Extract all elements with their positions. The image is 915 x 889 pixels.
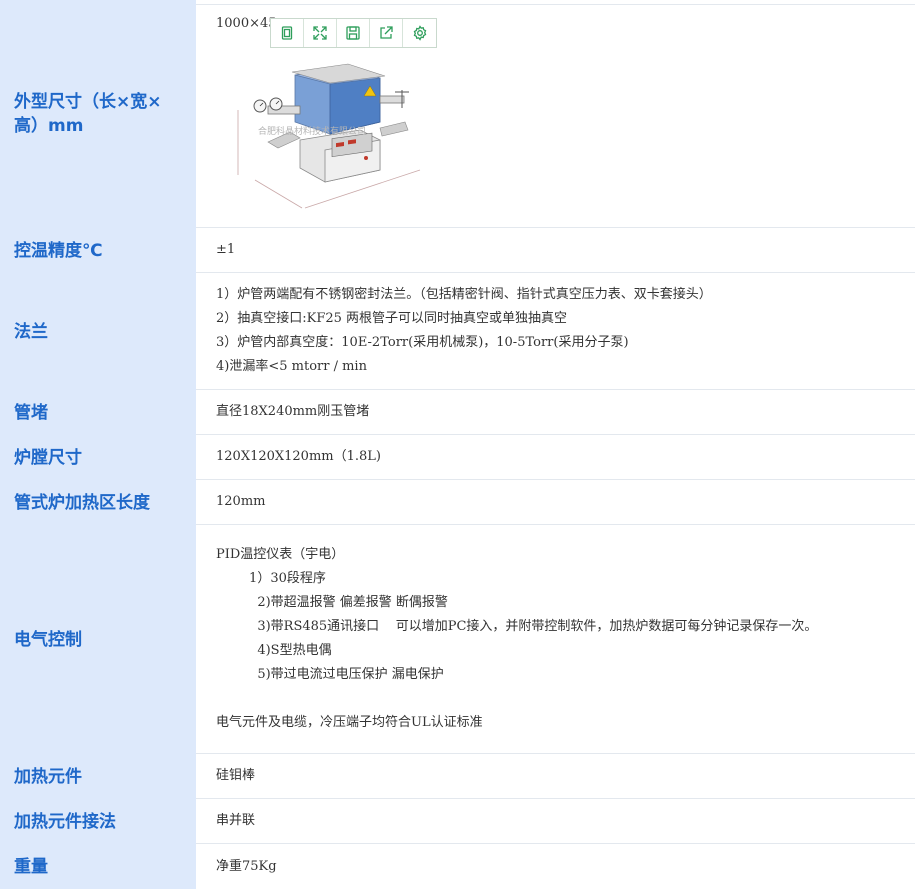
row-value: 直径18X240mm刚玉管堵: [196, 390, 915, 435]
dimensions-value: 1000×45: [216, 16, 277, 31]
table-row-weight: 重量 净重75Kg: [0, 844, 915, 889]
row-value-line: 5)带过电流过电压保护 漏电保护: [216, 667, 444, 682]
row-label-line: 高）mm: [14, 116, 84, 136]
row-value-line: 1）炉管两端配有不锈钢密封法兰。（包括精密针阀、指针式真空压力表、双卡套接头）: [216, 287, 712, 302]
row-label: 外型尺寸（长×宽× 高）mm: [0, 0, 196, 228]
row-label: 炉膛尺寸: [0, 435, 196, 480]
row-value-line: 120X120X120mm（1.8L): [216, 449, 381, 464]
copy-icon[interactable]: [271, 19, 304, 47]
row-label: 加热元件接法: [0, 799, 196, 844]
row-label: 管式炉加热区长度: [0, 480, 196, 525]
row-value: 硅钼棒: [196, 754, 915, 799]
image-watermark: 合肥科晶材料技术有限公司: [258, 125, 366, 137]
settings-icon[interactable]: [403, 19, 436, 47]
row-value: 120mm: [196, 480, 915, 525]
row-value: 1）炉管两端配有不锈钢密封法兰。（包括精密针阀、指针式真空压力表、双卡套接头） …: [196, 273, 915, 390]
row-value-line: 3)带RS485通讯接口 可以增加PC接入，并附带控制软件，加热炉数据可每分钟记…: [216, 619, 818, 634]
table-row-tube-plug: 管堵 直径18X240mm刚玉管堵: [0, 390, 915, 435]
table-row-heating-element: 加热元件 硅钼棒: [0, 754, 915, 799]
row-label-line: 外型尺寸（长×宽×: [14, 92, 162, 112]
row-value-line: 净重75Kg: [216, 858, 277, 874]
row-label: 管堵: [0, 390, 196, 435]
table-row-temp-accuracy: 控温精度℃ ±1: [0, 228, 915, 273]
image-toolbar: [270, 18, 437, 48]
row-value-line: 3）炉管内部真空度：10E-2Torr(采用机械泵)，10-5Torr(采用分子…: [216, 335, 629, 350]
table-row-heating-zone: 管式炉加热区长度 120mm: [0, 480, 915, 525]
table-row-chamber-size: 炉膛尺寸 120X120X120mm（1.8L): [0, 435, 915, 480]
row-value-line: 1）30段程序: [216, 571, 326, 586]
row-value-line: PID温控仪表（宇电）: [216, 547, 345, 562]
save-icon[interactable]: [337, 19, 370, 47]
row-label: 电气控制: [0, 525, 196, 754]
row-value: ±1: [196, 228, 915, 273]
tube-furnace-image: 合肥科晶材料技术有限公司: [237, 63, 421, 209]
row-value: PID温控仪表（宇电） 1）30段程序 2)带超温报警 偏差报警 断偶报警 3)…: [196, 525, 915, 754]
share-icon[interactable]: [370, 19, 403, 47]
row-value-line: 2）抽真空接口:KF25 两根管子可以同时抽真空或单独抽真空: [216, 311, 568, 326]
row-value-line: 120mm: [216, 494, 266, 509]
row-label: 法兰: [0, 273, 196, 390]
row-value-line: 2)带超温报警 偏差报警 断偶报警: [216, 595, 448, 610]
row-value: 串并联: [196, 799, 915, 844]
row-value-line: 4)泄漏率<5 mtorr / min: [216, 359, 367, 374]
table-row-dimensions: 外型尺寸（长×宽× 高）mm: [0, 0, 915, 228]
row-label: 加热元件: [0, 754, 196, 799]
expand-icon[interactable]: [304, 19, 337, 47]
table-row-element-wiring: 加热元件接法 串并联: [0, 799, 915, 844]
row-label: 控温精度℃: [0, 228, 196, 273]
row-value-line: ±1: [216, 242, 236, 257]
row-value: 120X120X120mm（1.8L): [196, 435, 915, 480]
row-label: 重量: [0, 844, 196, 889]
row-value-line: 串并联: [216, 813, 256, 828]
row-value-line: [216, 687, 915, 711]
row-value: 净重75Kg: [196, 844, 915, 889]
row-value-line: 硅钼棒: [216, 768, 256, 783]
table-row-electrical-control: 电气控制 PID温控仪表（宇电） 1）30段程序 2)带超温报警 偏差报警 断偶…: [0, 525, 915, 754]
row-value-line: 4)S型热电偶: [216, 643, 332, 658]
row-value-line: 电气元件及电缆，冷压端子均符合UL认证标准: [216, 715, 483, 730]
row-value-line: 直径18X240mm刚玉管堵: [216, 404, 370, 419]
table-row-flange: 法兰 1）炉管两端配有不锈钢密封法兰。（包括精密针阀、指针式真空压力表、双卡套接…: [0, 273, 915, 390]
